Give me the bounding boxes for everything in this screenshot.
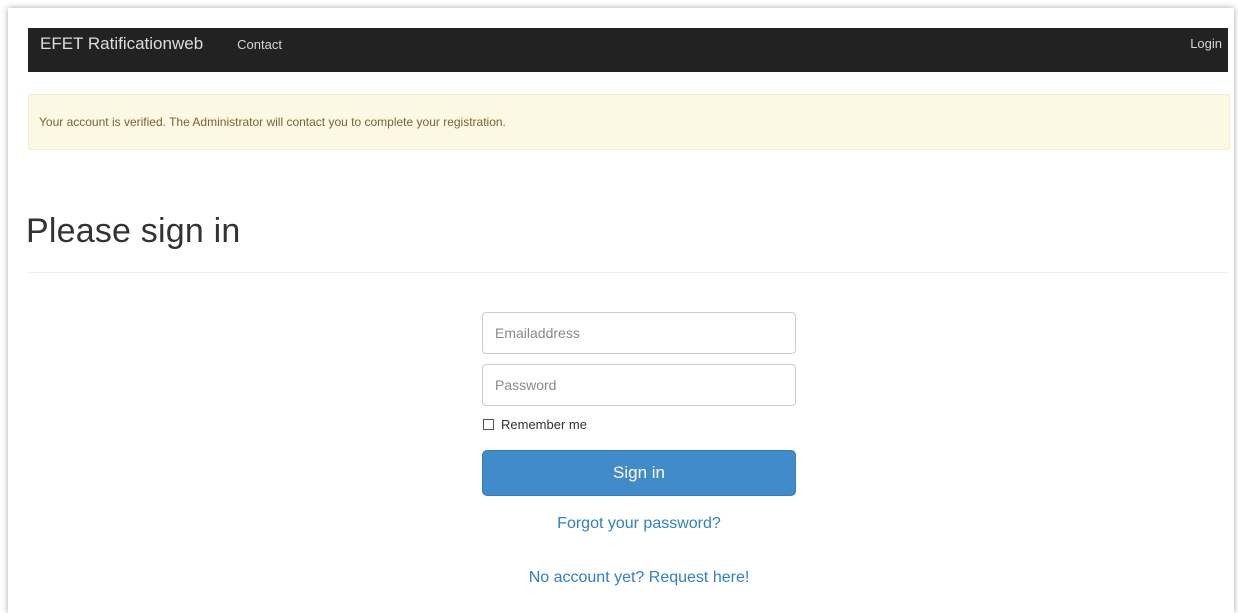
- alert-message: Your account is verified. The Administra…: [39, 115, 506, 129]
- verification-alert: Your account is verified. The Administra…: [28, 94, 1230, 150]
- nav-login-link[interactable]: Login: [1190, 36, 1222, 51]
- top-navbar: EFET Ratificationweb Contact Login: [28, 28, 1228, 72]
- sign-in-button[interactable]: Sign in: [482, 450, 796, 496]
- page-title: Please sign in: [26, 212, 241, 250]
- browser-page: EFET Ratificationweb Contact Login Your …: [8, 8, 1234, 613]
- nav-contact-link[interactable]: Contact: [237, 37, 282, 52]
- remember-me-checkbox[interactable]: [483, 419, 494, 430]
- request-account-link[interactable]: No account yet? Request here!: [482, 569, 796, 587]
- email-field[interactable]: [482, 312, 796, 354]
- forgot-password-link[interactable]: Forgot your password?: [482, 515, 796, 533]
- title-divider: [28, 272, 1228, 273]
- password-field[interactable]: [482, 364, 796, 406]
- remember-me-label[interactable]: Remember me: [501, 417, 587, 432]
- remember-me-row: Remember me: [482, 417, 587, 432]
- brand-link[interactable]: EFET Ratificationweb: [40, 34, 203, 54]
